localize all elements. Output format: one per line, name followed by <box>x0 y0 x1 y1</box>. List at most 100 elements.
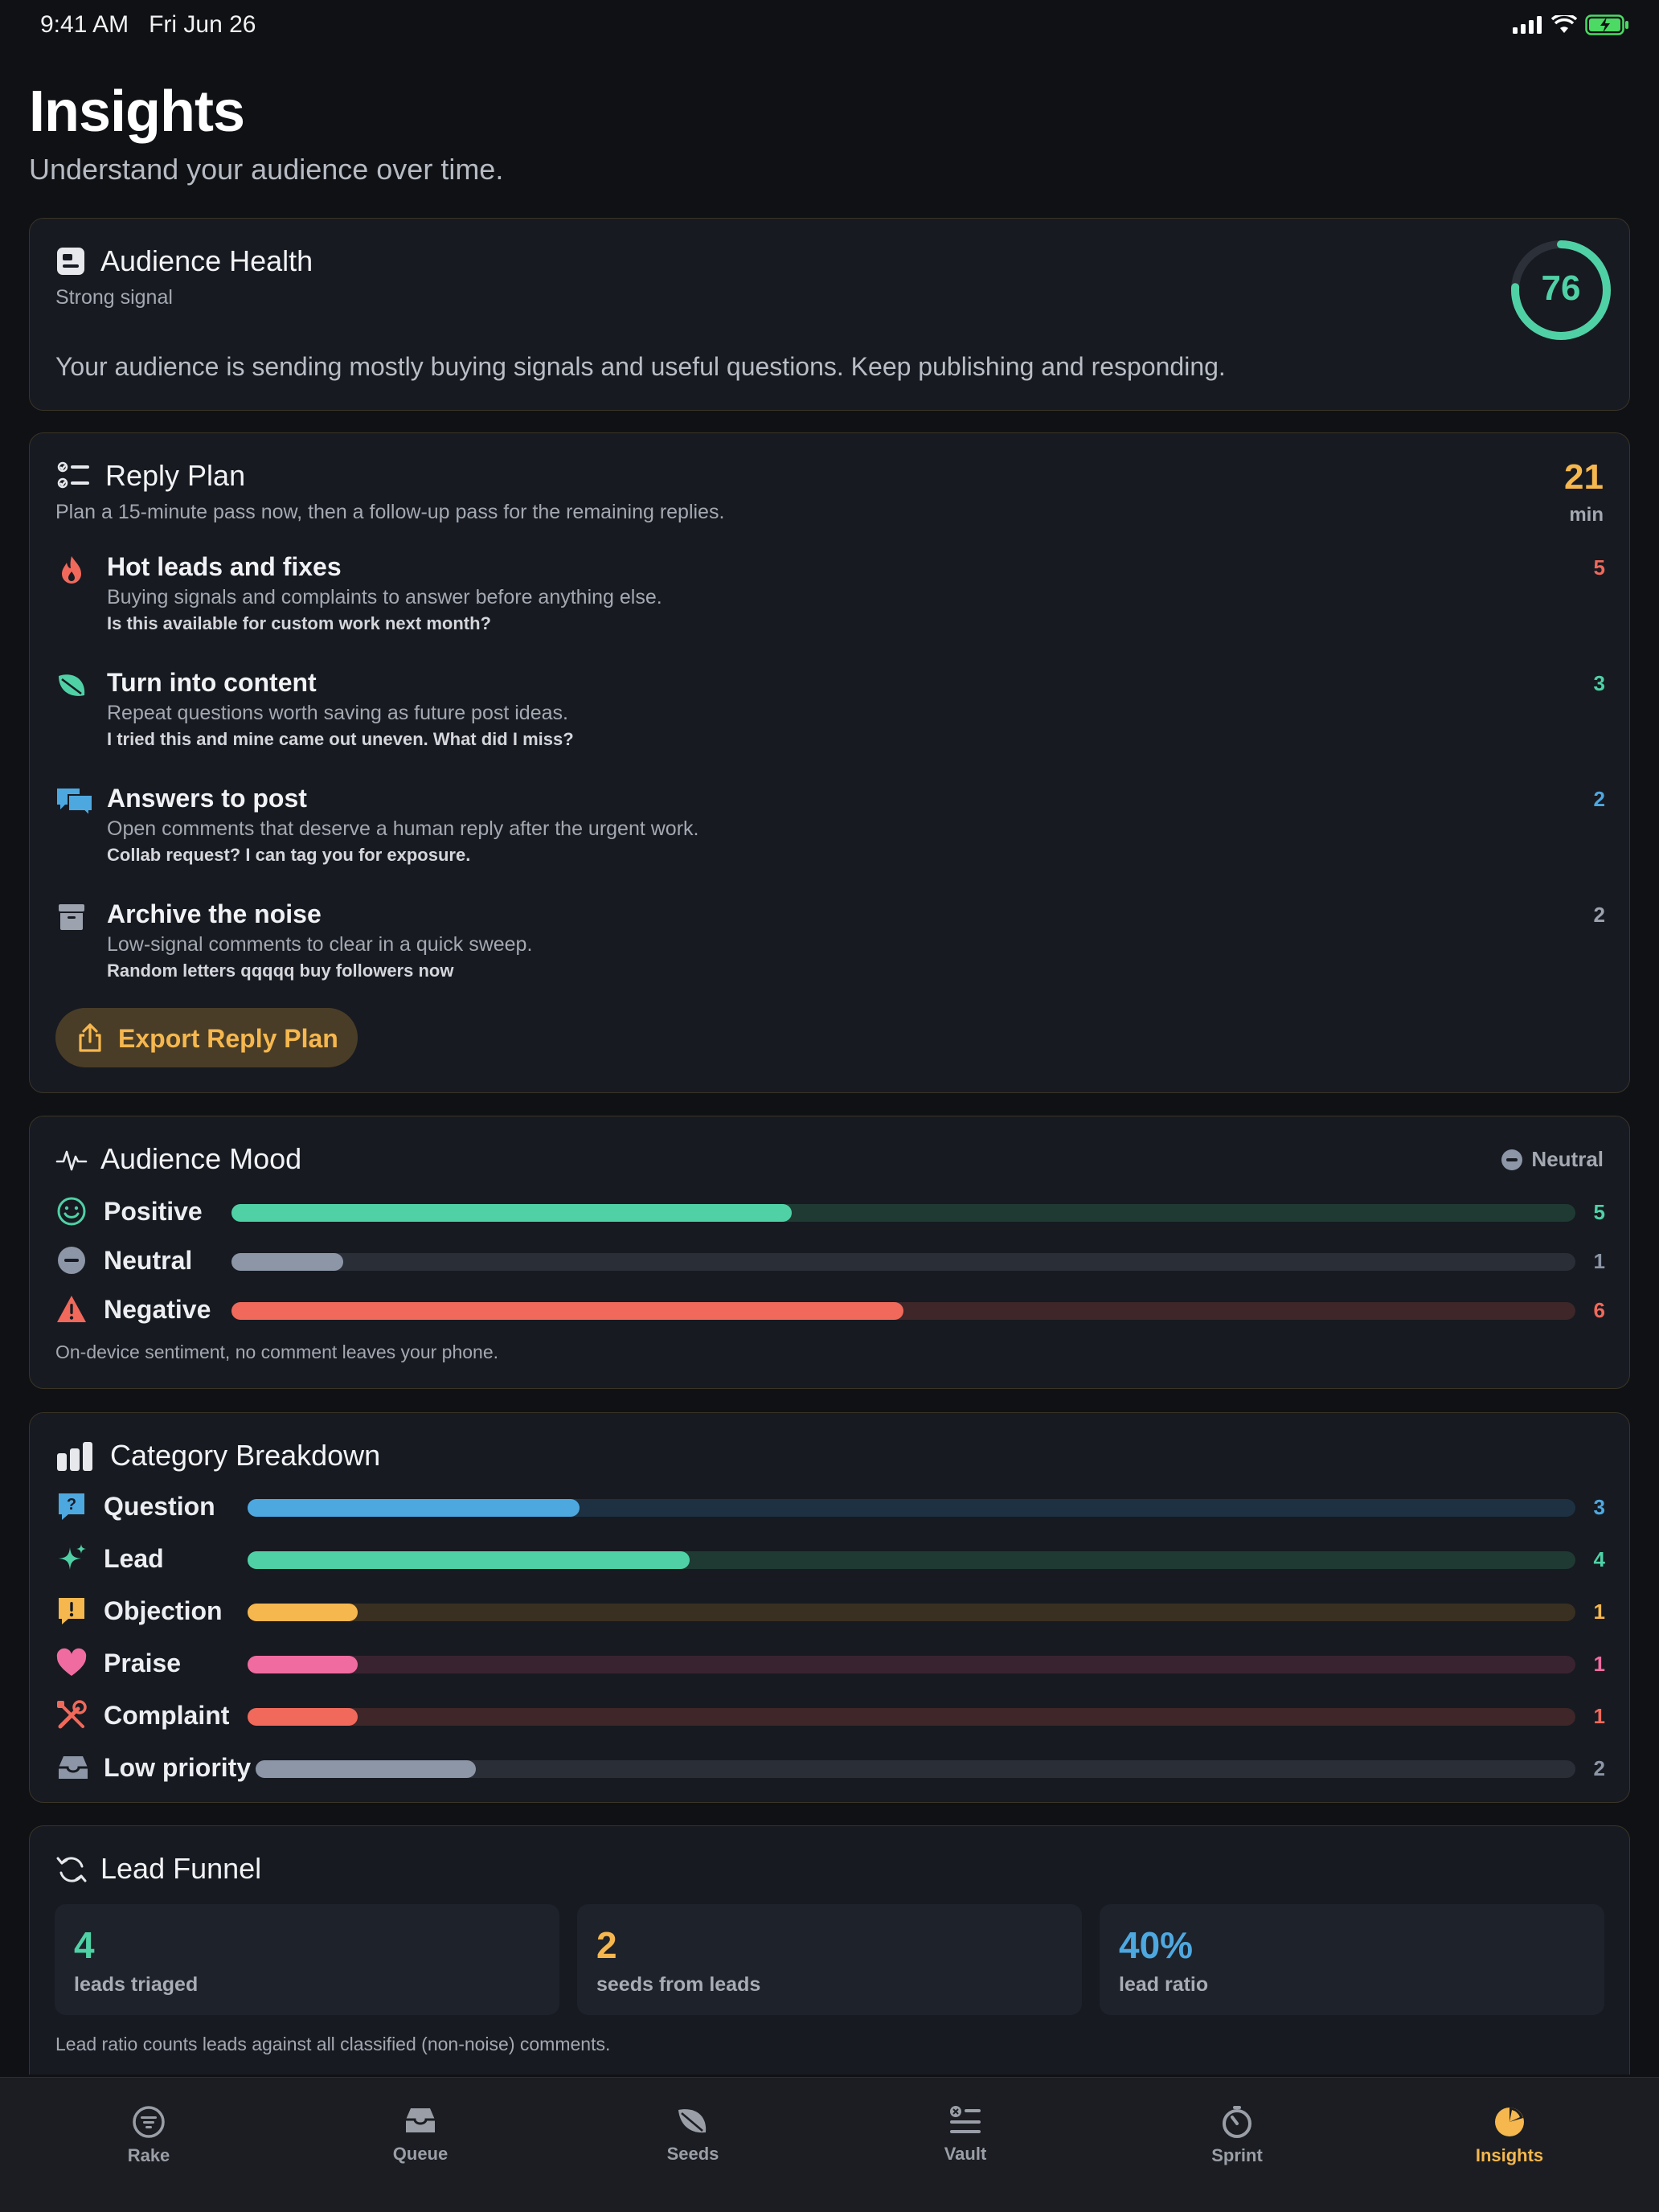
audience-health-description: Your audience is sending mostly buying s… <box>55 352 1226 381</box>
stat-label: seeds from leads <box>596 1973 761 1996</box>
health-score-value: 76 <box>1541 268 1581 308</box>
leaf-icon <box>55 670 88 702</box>
reply-plan-item-count: 2 <box>1593 787 1605 811</box>
stat-leads-triaged: 4 leads triaged <box>55 1904 559 2015</box>
bar-fill <box>231 1302 903 1320</box>
exclamation-bubble-icon <box>55 1595 88 1627</box>
category-count: 1 <box>1593 1600 1605 1624</box>
bar-track <box>231 1204 1575 1222</box>
minus-circle-icon <box>55 1244 88 1276</box>
status-time: 9:41 AM Fri Jun 26 <box>40 11 256 38</box>
timer-icon <box>1223 2106 1251 2138</box>
bar-track <box>231 1253 1575 1271</box>
stat-value: 40% <box>1119 1924 1194 1966</box>
reply-plan-item-count: 5 <box>1593 555 1605 580</box>
archive-box-icon <box>55 901 88 933</box>
bar-label: Positive <box>104 1197 203 1226</box>
category-label: Low priority <box>104 1753 252 1782</box>
tab-bar: Rake Queue Seeds Vault Sprint Insights <box>0 2077 1659 2212</box>
reply-plan-item-example: Random letters qqqqq buy followers now <box>107 961 454 981</box>
tab-label: Seeds <box>666 2144 719 2164</box>
tab-insights[interactable]: Insights <box>1445 2105 1574 2166</box>
category-label: Question <box>104 1492 215 1521</box>
minus-circle-icon <box>1501 1149 1523 1170</box>
bar-fill <box>231 1204 793 1222</box>
tab-seeds[interactable]: Seeds <box>629 2105 757 2165</box>
audience-health-title: Audience Health <box>100 244 313 277</box>
page-title: Insights <box>29 80 245 144</box>
checklist-icon <box>57 461 89 489</box>
tab-queue[interactable]: Queue <box>356 2105 485 2165</box>
heart-icon <box>55 1647 88 1679</box>
bar-row-positive: Positive 5 <box>30 1195 1631 1231</box>
vault-list-icon <box>950 2106 981 2133</box>
stat-value: 2 <box>596 1924 617 1966</box>
bar-fill <box>231 1253 343 1271</box>
stat-seeds-from-leads: 2 seeds from leads <box>577 1904 1082 2015</box>
signal-icon <box>1513 16 1542 34</box>
reply-plan-item-description: Open comments that deserve a human reply… <box>107 817 699 840</box>
category-row-question: ? Question 3 <box>30 1490 1631 1526</box>
pulse-icon <box>55 1150 88 1171</box>
tab-vault[interactable]: Vault <box>901 2105 1030 2165</box>
reply-plan-item-archive-the-noise[interactable]: Archive the noise Low-signal comments to… <box>30 899 1631 1004</box>
reply-plan-item-title: Turn into content <box>107 668 317 697</box>
category-bar-fill <box>248 1604 358 1621</box>
flame-icon <box>55 554 88 586</box>
stat-label: lead ratio <box>1119 1973 1209 1996</box>
category-count: 1 <box>1593 1652 1605 1676</box>
category-breakdown-card: Category Breakdown ? Question 3 Lead 4 O… <box>29 1412 1630 1803</box>
category-row-objection: Objection 1 <box>30 1595 1631 1630</box>
reply-plan-item-example: Is this available for custom work next m… <box>107 613 491 633</box>
bar-chart-icon <box>57 1442 92 1471</box>
category-count: 4 <box>1593 1547 1605 1571</box>
svg-text:?: ? <box>67 1496 76 1514</box>
bar-row-neutral: Neutral 1 <box>30 1244 1631 1280</box>
tab-label: Vault <box>944 2144 987 2164</box>
id-card-icon <box>57 248 84 275</box>
reply-plan-card: Reply Plan Plan a 15-minute pass now, th… <box>29 432 1630 1093</box>
bar-row-negative: Negative 6 <box>30 1293 1631 1329</box>
category-label: Lead <box>104 1544 164 1573</box>
tools-icon <box>55 1699 88 1731</box>
tab-label: Insights <box>1475 2145 1544 2165</box>
share-icon <box>79 1023 101 1052</box>
rake-list-icon <box>133 2106 165 2138</box>
category-bar-track <box>248 1604 1575 1621</box>
reply-plan-item-example: Collab request? I can tag you for exposu… <box>107 845 471 865</box>
category-row-low-priority: Low priority 2 <box>30 1751 1631 1787</box>
category-count: 1 <box>1593 1704 1605 1728</box>
overall-mood-badge: Neutral <box>1501 1147 1604 1172</box>
status-icons <box>1513 14 1630 35</box>
mood-footnote: On-device sentiment, no comment leaves y… <box>55 1342 499 1362</box>
reply-plan-title: Reply Plan <box>105 459 246 492</box>
reply-plan-item-title: Answers to post <box>107 784 307 813</box>
tab-rake[interactable]: Rake <box>84 2105 213 2166</box>
wifi-icon <box>1551 15 1577 33</box>
bar-track <box>231 1302 1575 1320</box>
stat-value: 4 <box>74 1924 95 1966</box>
tab-label: Sprint <box>1211 2145 1263 2165</box>
page-subtitle: Understand your audience over time. <box>29 153 504 186</box>
category-label: Objection <box>104 1596 223 1625</box>
reply-plan-item-title: Archive the noise <box>107 899 322 928</box>
category-bar-track <box>248 1551 1575 1569</box>
reply-plan-item-description: Low-signal comments to clear in a quick … <box>107 933 533 956</box>
category-bar-track <box>256 1760 1575 1778</box>
export-reply-plan-button[interactable]: Export Reply Plan <box>55 1008 358 1067</box>
sparkle-icon <box>55 1542 88 1575</box>
refresh-cycle-icon <box>56 1857 87 1882</box>
category-bar-track <box>248 1499 1575 1517</box>
reply-plan-item-answers-to-post[interactable]: Answers to post Open comments that deser… <box>30 784 1631 888</box>
category-row-lead: Lead 4 <box>30 1542 1631 1578</box>
export-reply-plan-label: Export Reply Plan <box>118 1024 338 1053</box>
audience-health-card: Audience Health Strong signal Your audie… <box>29 218 1630 411</box>
category-count: 3 <box>1593 1495 1605 1519</box>
reply-plan-item-example: I tried this and mine came out uneven. W… <box>107 729 574 749</box>
tab-label: Rake <box>127 2145 170 2165</box>
tab-sprint[interactable]: Sprint <box>1173 2105 1301 2166</box>
bar-label: Negative <box>104 1295 211 1324</box>
reply-plan-item-hot-leads-and-fixes[interactable]: Hot leads and fixes Buying signals and c… <box>30 552 1631 657</box>
reply-plan-item-turn-into-content[interactable]: Turn into content Repeat questions worth… <box>30 668 1631 772</box>
chat-bubbles-icon <box>55 785 93 818</box>
